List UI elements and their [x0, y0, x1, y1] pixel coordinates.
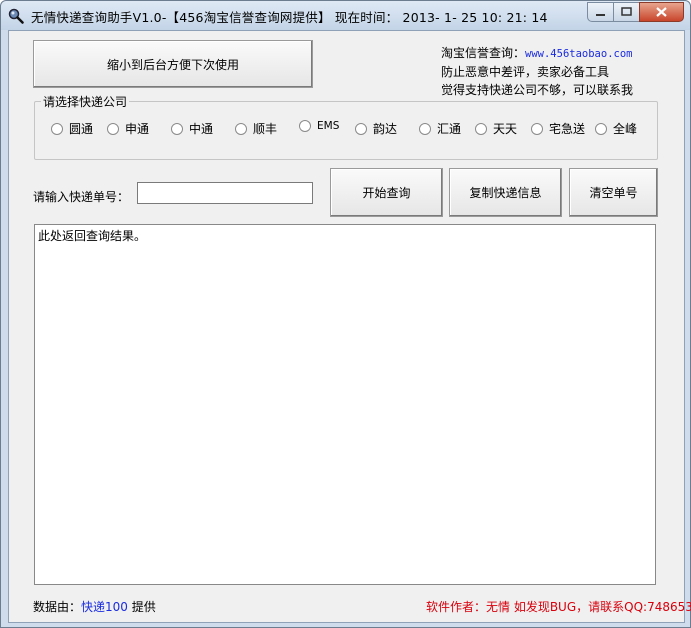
carrier-group: 请选择快递公司 圆通 申通 中通 顺丰 EMS 韵达 汇通 天天 宅急送 全峰 [34, 93, 658, 160]
minimize-to-background-label: 缩小到后台方便下次使用 [106, 57, 239, 72]
minimize-icon [596, 14, 605, 16]
tracking-number-label: 请输入快递单号： [33, 190, 130, 204]
radio-label: 全峰 [613, 122, 638, 136]
radio-circle-icon [475, 122, 487, 135]
radio-circle-icon [107, 122, 119, 135]
start-query-label: 开始查询 [362, 186, 411, 200]
promo-url-link[interactable]: www.456taobao.com [525, 48, 632, 60]
tracking-number-input[interactable] [137, 182, 313, 204]
window-controls [587, 2, 684, 22]
radio-circle-icon [355, 122, 367, 135]
carrier-group-legend: 请选择快递公司 [41, 93, 130, 110]
maximize-icon [621, 7, 632, 16]
radio-yunda[interactable]: 韵达 [355, 120, 397, 137]
radio-circle-icon [419, 122, 431, 135]
radio-circle-icon [51, 122, 63, 135]
clear-number-button[interactable]: 清空单号 [569, 168, 658, 217]
radio-quanfeng[interactable]: 全峰 [595, 120, 637, 137]
copy-tracking-info-label: 复制快递信息 [469, 186, 542, 200]
radio-zhaijisong[interactable]: 宅急送 [531, 120, 585, 137]
close-window-button[interactable] [639, 2, 684, 22]
promo-line-2: 防止恶意中差评，卖家必备工具 [441, 65, 610, 79]
radio-label: 天天 [493, 122, 518, 136]
data-source-suffix: 提供 [127, 600, 156, 614]
radio-label: EMS [317, 120, 340, 132]
radio-circle-icon [171, 122, 183, 135]
title-bar[interactable]: 无情快递查询助手V1.0-【456淘宝信誉查询网提供】 现在时间： 2013- … [1, 1, 690, 30]
author-info: 软件作者：无情 如发现BUG，请联系QQ:748653 [426, 600, 691, 614]
radio-circle-icon [531, 122, 543, 135]
promo-info: 淘宝信誉查询：www.456taobao.com 防止恶意中差评，卖家必备工具 … [441, 44, 633, 99]
window-title: 无情快递查询助手V1.0-【456淘宝信誉查询网提供】 现在时间： 2013- … [31, 10, 548, 25]
radio-circle-icon [595, 122, 607, 135]
radio-yuantong[interactable]: 圆通 [51, 120, 93, 137]
close-icon [656, 7, 667, 17]
copy-tracking-info-button[interactable]: 复制快递信息 [449, 168, 562, 217]
promo-line-3: 觉得支持快递公司不够，可以联系我 [441, 83, 634, 97]
promo-line-1: 淘宝信誉查询：www.456taobao.com [441, 44, 633, 63]
radio-circle-icon [235, 122, 247, 135]
radio-tiantian[interactable]: 天天 [475, 120, 517, 137]
radio-label: 韵达 [373, 122, 398, 136]
radio-shentong[interactable]: 申通 [107, 120, 149, 137]
promo-line-1-label: 淘宝信誉查询： [441, 46, 526, 60]
main-panel: 缩小到后台方便下次使用 淘宝信誉查询：www.456taobao.com 防止恶… [8, 30, 691, 623]
minimize-to-background-button[interactable]: 缩小到后台方便下次使用 [33, 40, 313, 88]
result-textarea[interactable]: 此处返回查询结果。 [34, 224, 656, 585]
radio-label: 圆通 [69, 122, 94, 136]
start-query-button[interactable]: 开始查询 [330, 168, 443, 217]
kuaidi100-link[interactable]: 快递100 [81, 600, 128, 614]
data-source: 数据由：快递100 提供 [33, 598, 156, 615]
radio-label: 中通 [189, 122, 214, 136]
maximize-window-button[interactable] [613, 2, 640, 22]
app-window: 无情快递查询助手V1.0-【456淘宝信誉查询网提供】 现在时间： 2013- … [0, 0, 691, 628]
radio-label: 顺丰 [253, 122, 278, 136]
radio-label: 宅急送 [549, 122, 586, 136]
minimize-window-button[interactable] [587, 2, 614, 22]
radio-zhongtong[interactable]: 中通 [171, 120, 213, 137]
radio-shunfeng[interactable]: 顺丰 [235, 120, 277, 137]
clear-number-label: 清空单号 [589, 186, 638, 200]
radio-circle-icon [299, 120, 311, 132]
radio-label: 申通 [125, 122, 150, 136]
magnifier-icon [8, 8, 24, 24]
radio-label: 汇通 [437, 122, 462, 136]
radio-ems[interactable]: EMS [299, 120, 339, 132]
radio-huitong[interactable]: 汇通 [419, 120, 461, 137]
data-source-prefix: 数据由： [33, 600, 82, 614]
